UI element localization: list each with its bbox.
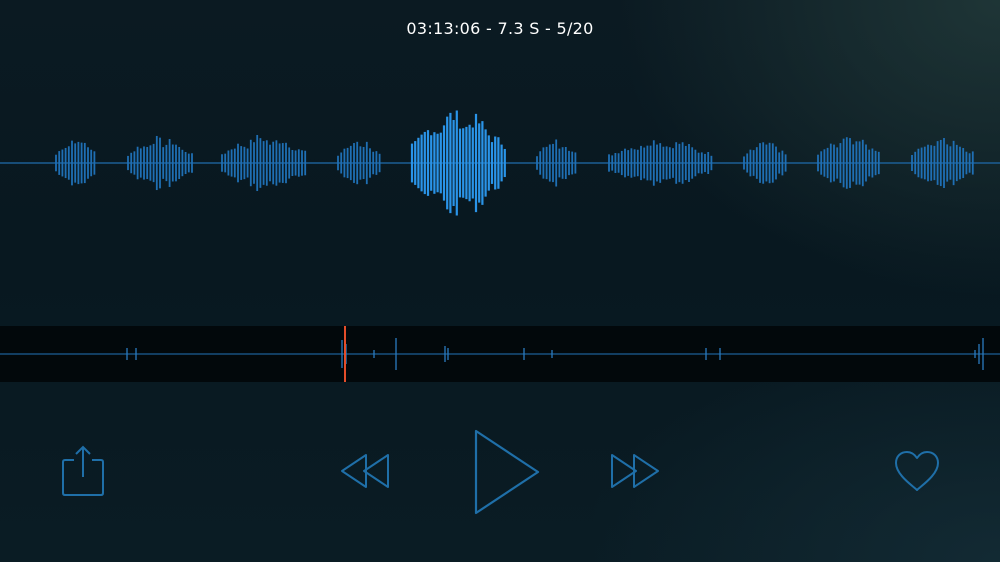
share-icon xyxy=(62,445,104,496)
play-button[interactable] xyxy=(472,428,542,518)
fast-forward-icon xyxy=(611,454,659,488)
timeline-scrubber[interactable] xyxy=(0,326,1000,382)
recording-info: 03:13:06 - 7.3 S - 5/20 xyxy=(406,19,594,38)
rewind-icon xyxy=(341,454,389,488)
play-icon xyxy=(474,429,540,515)
clip-waveform[interactable] xyxy=(608,140,713,186)
clip-waveform[interactable] xyxy=(221,134,307,192)
clip-waveform[interactable] xyxy=(127,135,193,191)
share-button[interactable] xyxy=(60,444,106,498)
favorite-button[interactable] xyxy=(893,450,941,494)
fast-forward-button[interactable] xyxy=(608,452,660,490)
rewind-button[interactable] xyxy=(340,452,392,490)
clip-waveform[interactable] xyxy=(55,140,96,186)
waveform[interactable] xyxy=(0,100,1000,226)
clip-waveform[interactable] xyxy=(536,139,577,187)
heart-icon xyxy=(895,451,939,491)
